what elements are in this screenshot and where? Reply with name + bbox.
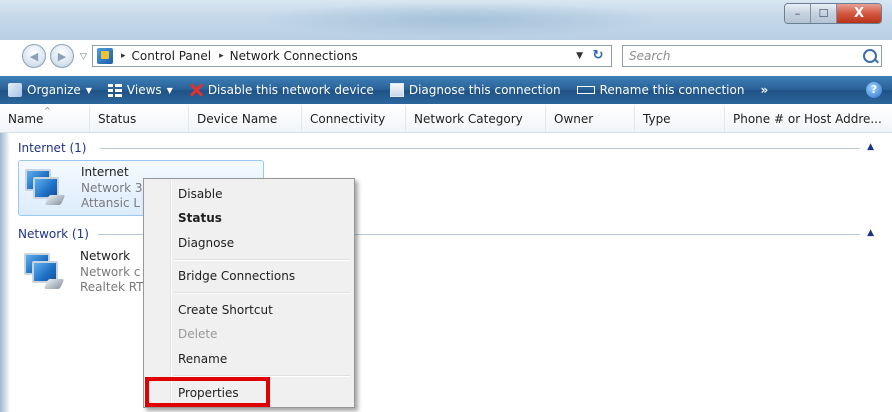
disable-device-label: Disable this network device [207, 83, 374, 97]
disable-icon [189, 83, 203, 97]
collapse-group-icon[interactable]: ▲ [867, 142, 874, 152]
menu-item-delete: Delete [178, 327, 218, 341]
column-header-device-name[interactable]: Device Name [189, 106, 302, 132]
menu-item-status[interactable]: Status [146, 207, 352, 229]
menu-separator [174, 292, 350, 294]
connection-status-text: Network c [80, 265, 141, 279]
column-header-label: Network Category [414, 112, 523, 126]
menu-item-diagnose[interactable]: Diagnose [146, 232, 352, 254]
menu-separator [174, 259, 350, 261]
column-header-label: Device Name [197, 112, 278, 126]
column-headers: ^ Name Status Device Name Connectivity N… [0, 106, 892, 133]
column-header-label: Connectivity [310, 112, 386, 126]
help-icon[interactable]: ? [866, 82, 882, 98]
maximize-button[interactable]: ☐ [811, 4, 837, 23]
sort-ascending-icon: ^ [44, 106, 51, 115]
diagnose-icon [389, 83, 404, 97]
title-bar-glass [250, 2, 670, 38]
views-icon [107, 83, 122, 97]
views-button[interactable]: Views ▼ [100, 76, 181, 104]
column-header-label: Owner [554, 112, 594, 126]
context-menu: Disable Status Diagnose Bridge Connectio… [143, 178, 355, 408]
caption-buttons: – ☐ X [784, 3, 882, 24]
views-label: Views [126, 83, 162, 97]
column-header-connectivity[interactable]: Connectivity [302, 106, 406, 132]
connection-device-text: Realtek RT [80, 280, 144, 294]
address-history-dropdown[interactable]: ▼ [576, 51, 583, 61]
chevron-down-icon: ▼ [166, 85, 173, 95]
menu-item-rename[interactable]: Rename [146, 348, 352, 370]
connection-name: Internet [81, 165, 129, 179]
connection-status-text: Network 3 [81, 181, 143, 195]
breadcrumb-network-connections[interactable]: Network Connections [230, 49, 358, 63]
collapse-group-icon[interactable]: ▲ [867, 228, 874, 238]
diagnose-connection-label: Diagnose this connection [408, 83, 561, 97]
minimize-button[interactable]: – [785, 4, 811, 23]
breadcrumb-control-panel[interactable]: Control Panel [132, 49, 212, 63]
properties-highlight-annotation [145, 377, 270, 407]
search-placeholder: Search [629, 49, 671, 63]
column-header-name[interactable]: ^ Name [0, 106, 90, 132]
disable-device-button[interactable]: Disable this network device [181, 76, 382, 104]
menu-item-create-shortcut[interactable]: Create Shortcut [146, 299, 352, 321]
group-header-network[interactable]: Network (1) [18, 225, 89, 243]
column-header-label: Type [643, 112, 671, 126]
control-panel-icon [97, 48, 113, 64]
organize-label: Organize [27, 83, 81, 97]
network-connection-icon [25, 169, 67, 209]
network-connection-icon [24, 253, 66, 293]
forward-button[interactable]: ▶ [50, 44, 74, 68]
column-header-type[interactable]: Type [635, 106, 725, 132]
rename-connection-label: Rename this connection [599, 83, 745, 97]
column-header-label: Phone # or Host Addre... [733, 112, 882, 126]
connection-device-text: Attansic L [81, 196, 141, 210]
column-header-status[interactable]: Status [90, 106, 189, 132]
forward-arrow-icon: ▶ [57, 49, 67, 63]
recent-pages-dropdown[interactable]: ▽ [80, 52, 87, 62]
column-header-network-category[interactable]: Network Category [406, 106, 546, 132]
address-row: ◀ ▶ ▽ ▸ Control Panel ▸ Network Connecti… [0, 40, 892, 74]
chevron-down-icon: ▼ [85, 85, 92, 95]
command-toolbar: Organize ▼ Views ▼ Disable this network … [0, 76, 892, 104]
rename-connection-button[interactable]: Rename this connection [569, 76, 753, 104]
column-header-label: Name [8, 112, 44, 126]
refresh-icon[interactable]: ↻ [589, 48, 607, 64]
menu-item-bridge-connections[interactable]: Bridge Connections [146, 265, 352, 287]
window-left-edge [0, 133, 10, 412]
breadcrumb-separator[interactable]: ▸ [219, 51, 224, 61]
group-header-internet[interactable]: Internet (1) [18, 139, 86, 157]
rename-icon [576, 86, 595, 94]
diagnose-connection-button[interactable]: Diagnose this connection [382, 76, 569, 104]
breadcrumb-separator[interactable]: ▸ [121, 51, 126, 61]
cable-plug-shape [44, 195, 66, 205]
column-header-label: Status [98, 112, 137, 126]
group-title: Internet (1) [18, 141, 87, 155]
search-input[interactable]: Search [622, 45, 882, 67]
more-commands-button[interactable]: » [752, 83, 776, 97]
connection-name: Network [80, 249, 131, 263]
address-bar[interactable]: ▸ Control Panel ▸ Network Connections ▼ … [92, 45, 612, 67]
column-header-owner[interactable]: Owner [546, 106, 635, 132]
organize-button[interactable]: Organize ▼ [0, 76, 100, 104]
group-title: Network (1) [18, 227, 89, 241]
window-title-bar: – ☐ X [0, 0, 892, 40]
menu-item-disable[interactable]: Disable [146, 183, 352, 205]
organize-icon [8, 83, 22, 97]
close-button[interactable]: X [837, 4, 881, 23]
group-divider [100, 148, 860, 149]
cable-plug-shape [43, 279, 65, 289]
back-arrow-icon: ◀ [29, 49, 39, 63]
search-icon[interactable] [863, 49, 877, 63]
column-header-phone-host[interactable]: Phone # or Host Addre... [725, 106, 892, 132]
back-button[interactable]: ◀ [22, 44, 46, 68]
